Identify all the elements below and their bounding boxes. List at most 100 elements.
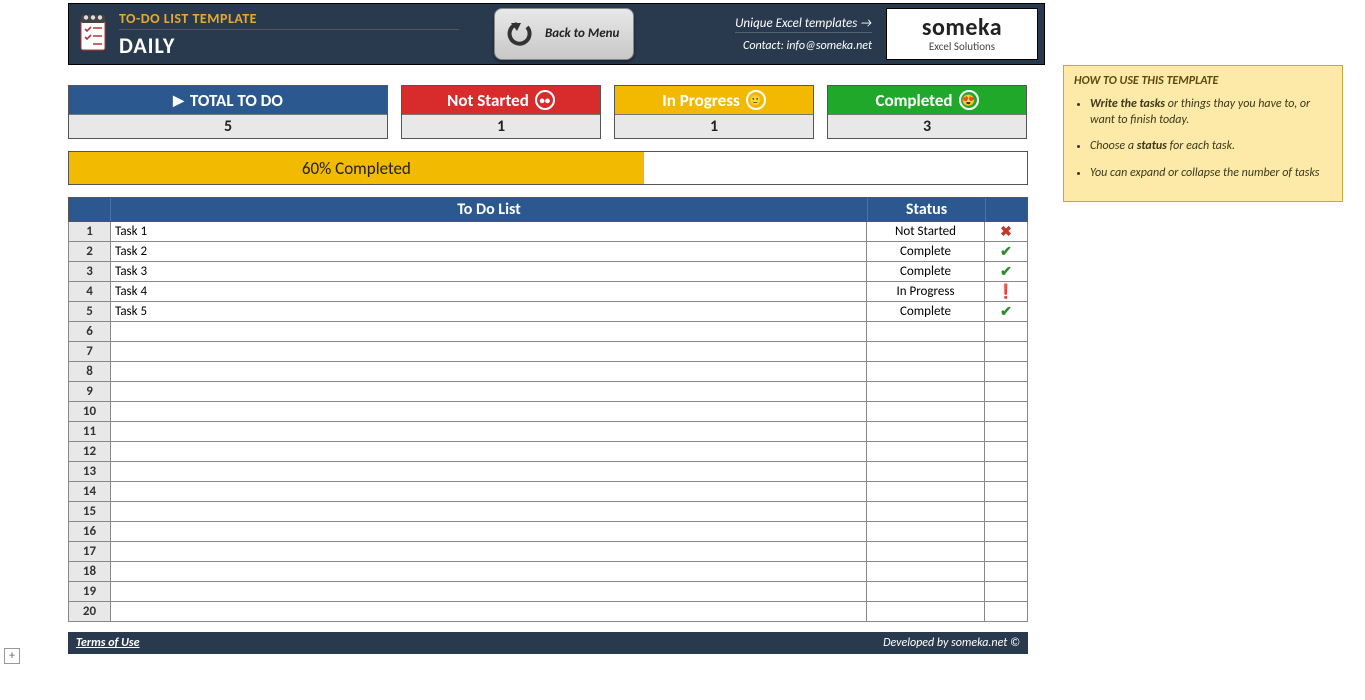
task-cell[interactable] xyxy=(111,542,867,561)
table-row[interactable]: 1Task 1Not Started✖ xyxy=(68,222,1028,242)
check-icon: ✔ xyxy=(1000,243,1012,260)
heart-eyes-face-icon: 😍 xyxy=(959,90,979,110)
stat-total: ▶ TOTAL TO DO 5 xyxy=(68,85,388,139)
table-row[interactable]: 14 xyxy=(68,482,1028,502)
status-cell[interactable]: In Progress xyxy=(867,282,985,301)
status-cell[interactable] xyxy=(867,382,985,401)
table-row[interactable]: 8 xyxy=(68,362,1028,382)
back-button-label: Back to Menu xyxy=(545,27,619,41)
status-icon-cell: ✔ xyxy=(985,262,1027,281)
task-cell[interactable]: Task 4 xyxy=(111,282,867,301)
stat-not-started-label: Not Started xyxy=(447,90,529,111)
table-row[interactable]: 17 xyxy=(68,542,1028,562)
table-row[interactable]: 15 xyxy=(68,502,1028,522)
task-cell[interactable] xyxy=(111,382,867,401)
table-row[interactable]: 2Task 2Complete✔ xyxy=(68,242,1028,262)
status-cell[interactable]: Complete xyxy=(867,262,985,281)
template-title: TO-DO LIST TEMPLATE xyxy=(119,10,459,30)
task-cell[interactable] xyxy=(111,402,867,421)
row-number: 9 xyxy=(69,382,111,401)
row-number: 12 xyxy=(69,442,111,461)
status-cell[interactable] xyxy=(867,462,985,481)
row-number: 7 xyxy=(69,342,111,361)
someka-logo[interactable]: someka Excel Solutions xyxy=(886,8,1038,60)
status-cell[interactable] xyxy=(867,562,985,581)
todo-table: To Do List Status 1Task 1Not Started✖2Ta… xyxy=(68,197,1028,622)
status-cell[interactable] xyxy=(867,482,985,501)
task-cell[interactable]: Task 3 xyxy=(111,262,867,281)
templates-link[interactable]: Unique Excel templates → xyxy=(735,16,872,33)
logo-text: someka xyxy=(922,16,1002,40)
table-row[interactable]: 7 xyxy=(68,342,1028,362)
stat-completed: Completed 😍 3 xyxy=(827,85,1027,139)
task-cell[interactable]: Task 1 xyxy=(111,222,867,241)
status-cell[interactable] xyxy=(867,362,985,381)
checklist-icon xyxy=(69,4,117,64)
table-row[interactable]: 6 xyxy=(68,322,1028,342)
footer-bar: Terms of Use Developed by someka.net © xyxy=(68,632,1028,654)
task-cell[interactable] xyxy=(111,462,867,481)
task-cell[interactable] xyxy=(111,502,867,521)
table-row[interactable]: 11 xyxy=(68,422,1028,442)
status-cell[interactable] xyxy=(867,582,985,601)
table-row[interactable]: 18 xyxy=(68,562,1028,582)
task-cell[interactable]: Task 2 xyxy=(111,242,867,261)
status-cell[interactable] xyxy=(867,542,985,561)
row-number: 5 xyxy=(69,302,111,321)
table-row[interactable]: 4Task 4In Progress❗ xyxy=(68,282,1028,302)
header-bar: TO-DO LIST TEMPLATE DAILY Back to Menu U… xyxy=(68,3,1045,65)
status-cell[interactable]: Complete xyxy=(867,302,985,321)
x-icon: ✖ xyxy=(1000,223,1012,240)
task-cell[interactable] xyxy=(111,442,867,461)
table-row[interactable]: 9 xyxy=(68,382,1028,402)
header-links: Unique Excel templates → Contact: info@s… xyxy=(735,4,880,64)
table-row[interactable]: 5Task 5Complete✔ xyxy=(68,302,1028,322)
table-row[interactable]: 13 xyxy=(68,462,1028,482)
table-row[interactable]: 10 xyxy=(68,402,1028,422)
task-cell[interactable] xyxy=(111,602,867,621)
row-number: 14 xyxy=(69,482,111,501)
status-icon-cell: ❗ xyxy=(985,282,1027,301)
table-header: To Do List Status xyxy=(68,197,1028,222)
task-cell[interactable] xyxy=(111,422,867,441)
status-cell[interactable] xyxy=(867,322,985,341)
table-row[interactable]: 20 xyxy=(68,602,1028,622)
status-icon-cell xyxy=(985,362,1027,381)
task-cell[interactable] xyxy=(111,342,867,361)
help-item: Choose a status for each task. xyxy=(1090,138,1332,154)
table-row[interactable]: 19 xyxy=(68,582,1028,602)
status-icon-cell: ✖ xyxy=(985,222,1027,241)
status-cell[interactable] xyxy=(867,442,985,461)
page-title: DAILY xyxy=(119,32,459,59)
task-cell[interactable] xyxy=(111,582,867,601)
status-cell[interactable]: Not Started xyxy=(867,222,985,241)
status-cell[interactable] xyxy=(867,402,985,421)
task-cell[interactable] xyxy=(111,562,867,581)
stats-row: ▶ TOTAL TO DO 5 Not Started •• 1 In Prog… xyxy=(68,85,1045,139)
row-number: 3 xyxy=(69,262,111,281)
table-row[interactable]: 16 xyxy=(68,522,1028,542)
status-cell[interactable] xyxy=(867,422,985,441)
task-cell[interactable]: Task 5 xyxy=(111,302,867,321)
task-cell[interactable] xyxy=(111,482,867,501)
terms-link[interactable]: Terms of Use xyxy=(76,636,140,650)
status-icon-cell xyxy=(985,542,1027,561)
status-cell[interactable] xyxy=(867,602,985,621)
task-cell[interactable] xyxy=(111,362,867,381)
stat-total-head: ▶ TOTAL TO DO xyxy=(69,86,387,114)
col-task: To Do List xyxy=(111,198,867,221)
task-cell[interactable] xyxy=(111,322,867,341)
status-cell[interactable]: Complete xyxy=(867,242,985,261)
stat-in-progress-value: 1 xyxy=(615,114,813,138)
status-cell[interactable] xyxy=(867,522,985,541)
row-number: 19 xyxy=(69,582,111,601)
expand-groups-button[interactable]: + xyxy=(4,648,20,664)
task-cell[interactable] xyxy=(111,522,867,541)
back-to-menu-button[interactable]: Back to Menu xyxy=(494,8,634,60)
status-cell[interactable] xyxy=(867,502,985,521)
status-icon-cell xyxy=(985,402,1027,421)
status-cell[interactable] xyxy=(867,342,985,361)
table-row[interactable]: 12 xyxy=(68,442,1028,462)
table-row[interactable]: 3Task 3Complete✔ xyxy=(68,262,1028,282)
status-icon-cell xyxy=(985,502,1027,521)
